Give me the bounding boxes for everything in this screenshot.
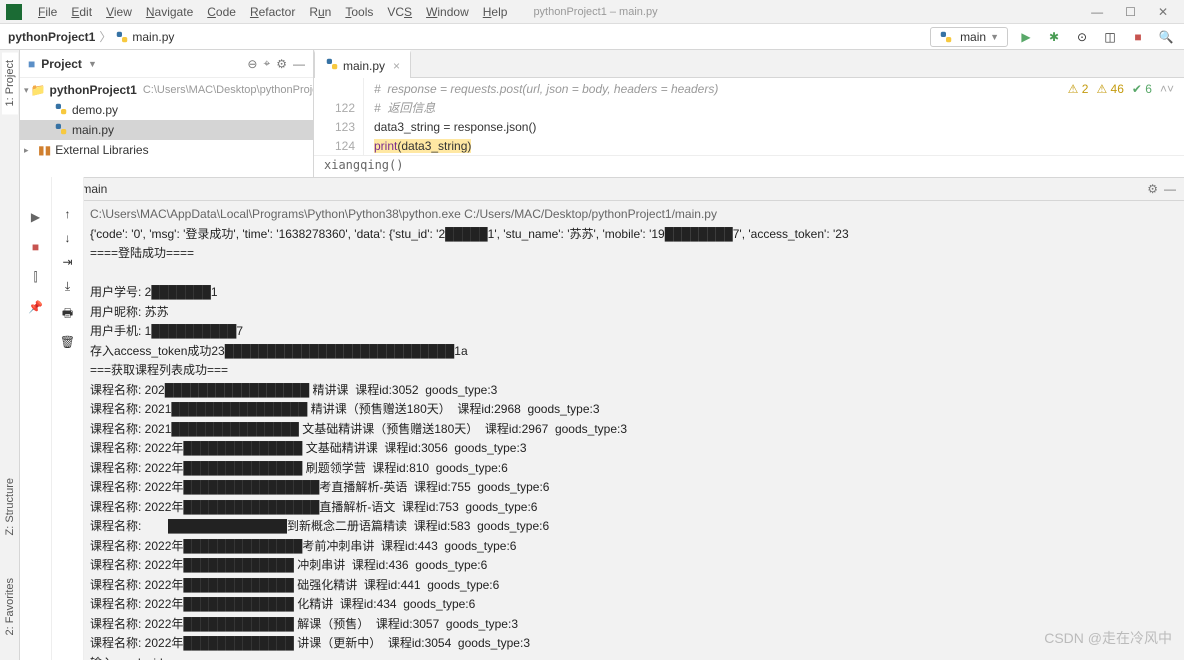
- project-pane-title: Project: [41, 57, 82, 71]
- menu-view[interactable]: View: [100, 3, 138, 21]
- main-area: 1: Project ■ Project ▼ ⊖ ⌖ ⚙ — ▾ 📁 pytho…: [0, 50, 1184, 177]
- menu-file[interactable]: File: [32, 3, 63, 21]
- gear-icon[interactable]: ⚙: [276, 57, 287, 71]
- up-button[interactable]: ↑: [65, 207, 71, 221]
- menu-edit[interactable]: Edit: [65, 3, 98, 21]
- library-icon: ▮▮: [38, 143, 51, 157]
- python-file-icon: [325, 57, 339, 74]
- tree-file[interactable]: demo.py: [20, 100, 313, 120]
- folder-icon: 📁: [31, 83, 46, 97]
- chevron-down-icon[interactable]: ▼: [88, 59, 97, 69]
- console-output[interactable]: C:\Users\MAC\AppData\Local\Programs\Pyth…: [84, 177, 1184, 660]
- down-button[interactable]: ↓: [65, 231, 71, 245]
- debug-button[interactable]: ✱: [1044, 27, 1064, 47]
- code-lines[interactable]: # response = requests.post(url, json = b…: [364, 78, 1184, 155]
- project-view-icon: ■: [28, 57, 35, 71]
- scroll-button[interactable]: ⤓: [65, 279, 70, 294]
- editor-tab-main[interactable]: main.py ×: [314, 50, 411, 78]
- crumb-project[interactable]: pythonProject1: [8, 30, 95, 44]
- editor-tabbar: main.py ×: [314, 50, 1184, 78]
- watermark: CSDN @走在冷风中: [1044, 628, 1172, 648]
- stop-button[interactable]: ■: [1128, 27, 1148, 47]
- project-pane-header: ■ Project ▼ ⊖ ⌖ ⚙ —: [20, 50, 313, 78]
- editor-pane: main.py × ⚠ 2 ⚠ 46 ✔ 6 ˄˅ 122 123 124 # …: [314, 50, 1184, 177]
- menu-navigate[interactable]: Navigate: [140, 3, 199, 21]
- stop-button[interactable]: ■: [26, 237, 46, 257]
- hide-icon[interactable]: —: [293, 57, 305, 71]
- python-icon: [939, 30, 953, 44]
- menu-help[interactable]: Help: [477, 3, 514, 21]
- left-toolwindow-bar: 1: Project: [0, 50, 20, 177]
- python-file-icon: [54, 102, 68, 119]
- project-pane: ■ Project ▼ ⊖ ⌖ ⚙ — ▾ 📁 pythonProject1 C…: [20, 50, 314, 177]
- menu-run[interactable]: Run: [303, 3, 337, 21]
- chevron-down-icon: ▼: [990, 32, 999, 42]
- tree-root-path: C:\Users\MAC\Desktop\pythonProject1: [143, 84, 313, 96]
- gutter: 122 123 124: [314, 78, 364, 155]
- tree-ext-label: External Libraries: [55, 143, 148, 157]
- close-tab-icon[interactable]: ×: [393, 59, 400, 73]
- run-toolwindow: ▶ ■ ⫿ 📌 ↑ ↓ ⇥ ⤓ 🖶 🗑 C:\Users\MAC\AppData…: [0, 177, 1184, 660]
- project-tree[interactable]: ▾ 📁 pythonProject1 C:\Users\MAC\Desktop\…: [20, 78, 313, 177]
- editor-fn-crumb[interactable]: xiangqing(): [314, 155, 1184, 177]
- pin-button[interactable]: 📌: [26, 297, 46, 317]
- layout-button[interactable]: ⫿: [26, 267, 46, 287]
- run-toolbar-left2: ↑ ↓ ⇥ ⤓ 🖶 🗑: [52, 177, 84, 660]
- run-config-name: main: [960, 30, 986, 44]
- menu-refactor[interactable]: Refactor: [244, 3, 301, 21]
- run-button[interactable]: ▶: [1016, 27, 1036, 47]
- nav-bar: pythonProject1 〉 main.py main ▼ ▶ ✱ ⊙ ◫ …: [0, 24, 1184, 50]
- tree-file-name: demo.py: [72, 103, 118, 117]
- tab-favorites[interactable]: 2: Favorites: [2, 570, 18, 643]
- run-coverage-button[interactable]: ⊙: [1072, 27, 1092, 47]
- run-config-select[interactable]: main ▼: [930, 27, 1008, 47]
- chevron-down-icon: ▾: [24, 85, 29, 96]
- python-file-icon: [115, 30, 129, 44]
- menubar: File Edit View Navigate Code Refactor Ru…: [0, 0, 1184, 24]
- maximize-icon[interactable]: ☐: [1125, 5, 1136, 19]
- select-file-icon[interactable]: ⌖: [263, 56, 270, 71]
- tab-project[interactable]: 1: Project: [2, 52, 18, 114]
- tree-root[interactable]: ▾ 📁 pythonProject1 C:\Users\MAC\Desktop\…: [20, 80, 313, 100]
- clear-button[interactable]: 🗑: [60, 335, 75, 349]
- print-button[interactable]: 🖶: [62, 304, 73, 325]
- app-logo-icon: [6, 4, 22, 20]
- editor-tab-label: main.py: [343, 59, 385, 73]
- minimize-icon[interactable]: —: [1091, 5, 1103, 19]
- menu-window[interactable]: Window: [420, 3, 475, 21]
- chevron-right-icon: ▸: [24, 145, 36, 156]
- python-file-icon: [54, 122, 68, 139]
- tree-root-name: pythonProject1: [49, 83, 136, 97]
- profile-button[interactable]: ◫: [1100, 27, 1120, 47]
- collapse-icon[interactable]: ⊖: [247, 57, 257, 71]
- wrap-button[interactable]: ⇥: [62, 255, 72, 269]
- search-button[interactable]: 🔍: [1156, 27, 1176, 47]
- run-toolbar-left: ▶ ■ ⫿ 📌: [20, 177, 52, 660]
- tree-file-selected[interactable]: main.py: [20, 120, 313, 140]
- tree-file-name: main.py: [72, 123, 114, 137]
- crumb-file[interactable]: main.py: [132, 30, 174, 44]
- window-title: pythonProject1 – main.py: [533, 6, 657, 18]
- tab-structure[interactable]: Z: Structure: [2, 470, 18, 543]
- code-editor[interactable]: ⚠ 2 ⚠ 46 ✔ 6 ˄˅ 122 123 124 # response =…: [314, 78, 1184, 155]
- crumb-sep: 〉: [99, 28, 111, 45]
- menu-tools[interactable]: Tools: [339, 3, 379, 21]
- tree-ext-libs[interactable]: ▸ ▮▮ External Libraries: [20, 140, 313, 160]
- menu-code[interactable]: Code: [201, 3, 242, 21]
- rerun-button[interactable]: ▶: [26, 207, 46, 227]
- close-icon[interactable]: ✕: [1158, 5, 1168, 19]
- menu-vcs[interactable]: VCS: [381, 3, 418, 21]
